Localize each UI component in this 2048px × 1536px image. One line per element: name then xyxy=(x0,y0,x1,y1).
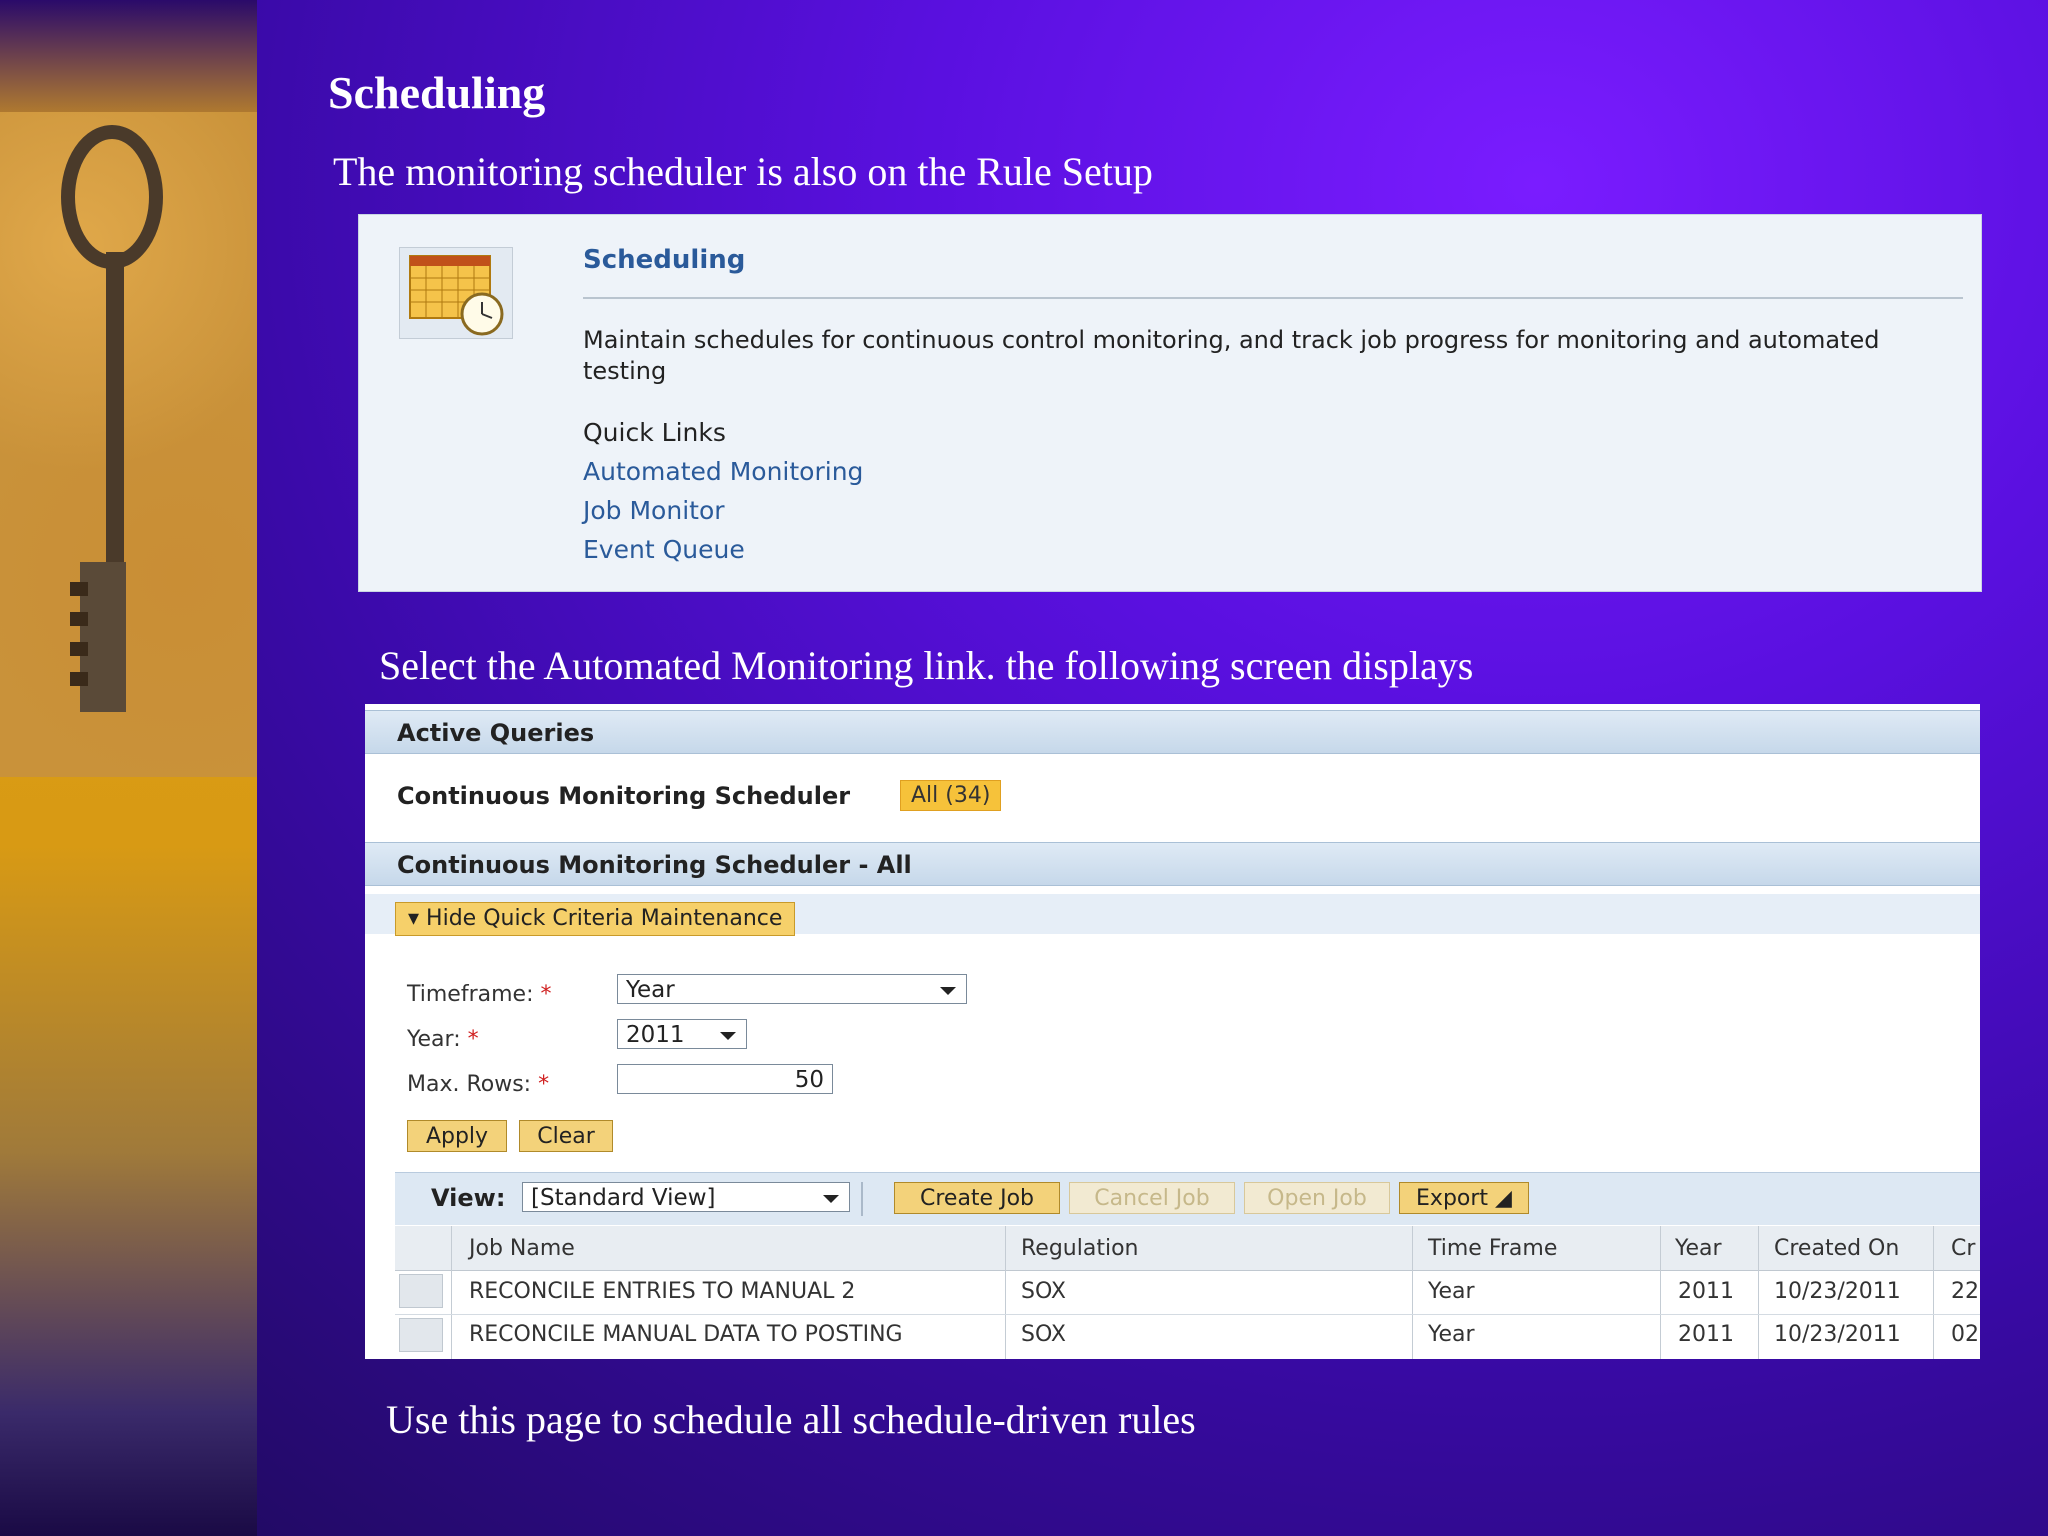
create-job-button[interactable]: Create Job xyxy=(894,1182,1060,1214)
export-button[interactable]: Export ◢ xyxy=(1399,1182,1529,1214)
apply-button[interactable]: Apply xyxy=(407,1120,507,1152)
chevron-down-icon xyxy=(823,1195,839,1203)
view-select[interactable]: [Standard View] xyxy=(522,1182,850,1212)
table-cell: 22 xyxy=(1951,1279,1979,1304)
table-cell: 10/23/2011 xyxy=(1774,1322,1901,1347)
table-cell: RECONCILE ENTRIES TO MANUAL 2 xyxy=(469,1279,856,1304)
slide-intro-text: The monitoring scheduler is also on the … xyxy=(333,149,1153,194)
table-cell: 02 xyxy=(1951,1322,1979,1347)
monitoring-screen: Active Queries Continuous Monitoring Sch… xyxy=(365,704,1980,1359)
scheduling-panel: Scheduling Maintain schedules for contin… xyxy=(358,214,1982,592)
chevron-down-icon xyxy=(940,987,956,995)
title-divider xyxy=(583,297,1963,299)
open-job-button[interactable]: Open Job xyxy=(1244,1182,1390,1214)
max-rows-input[interactable]: 50 xyxy=(617,1064,833,1094)
scheduler-section-bar: Continuous Monitoring Scheduler - All xyxy=(365,842,1980,886)
key-photo xyxy=(0,112,257,777)
column-cr[interactable]: Cr xyxy=(1951,1236,1975,1261)
row-selector[interactable] xyxy=(399,1274,443,1308)
slide-title: Scheduling xyxy=(328,67,546,118)
automated-monitoring-link[interactable]: Automated Monitoring xyxy=(583,457,863,486)
column-regulation[interactable]: Regulation xyxy=(1021,1236,1138,1261)
timeframe-select[interactable]: Year xyxy=(617,974,967,1004)
column-created-on[interactable]: Created On xyxy=(1774,1236,1899,1261)
table-cell: 10/23/2011 xyxy=(1774,1279,1901,1304)
quick-links-heading: Quick Links xyxy=(583,418,726,447)
table-cell: SOX xyxy=(1021,1279,1066,1304)
view-label: View: xyxy=(431,1184,506,1212)
hide-criteria-button[interactable]: ▾ Hide Quick Criteria Maintenance xyxy=(395,902,796,936)
slide-instruction-text: Select the Automated Monitoring link. th… xyxy=(379,643,1474,688)
table-cell: SOX xyxy=(1021,1322,1066,1347)
slide-footer-text: Use this page to schedule all schedule-d… xyxy=(386,1397,1196,1442)
column-time-frame[interactable]: Time Frame xyxy=(1428,1236,1557,1261)
column-year[interactable]: Year xyxy=(1675,1236,1722,1261)
active-queries-bar: Active Queries xyxy=(365,710,1980,754)
triangle-down-icon: ▾ xyxy=(408,906,427,931)
calendar-clock-icon xyxy=(399,247,513,339)
table-cell: 2011 xyxy=(1678,1279,1734,1304)
hide-criteria-label: Hide Quick Criteria Maintenance xyxy=(426,906,783,931)
export-arrow-icon: ◢ xyxy=(1495,1186,1512,1211)
scheduling-description: Maintain schedules for continuous contro… xyxy=(583,326,1880,385)
cancel-job-button[interactable]: Cancel Job xyxy=(1069,1182,1235,1214)
column-job-name[interactable]: Job Name xyxy=(469,1236,575,1261)
timeframe-label: Timeframe: * xyxy=(407,982,552,1007)
year-select[interactable]: 2011 xyxy=(617,1019,747,1049)
year-label: Year: * xyxy=(407,1027,479,1052)
table-cell: Year xyxy=(1428,1279,1475,1304)
job-monitor-link[interactable]: Job Monitor xyxy=(583,496,725,525)
query-name: Continuous Monitoring Scheduler xyxy=(397,782,851,810)
query-all-badge[interactable]: All (34) xyxy=(900,780,1002,811)
toolbar-divider xyxy=(861,1182,863,1216)
event-queue-link[interactable]: Event Queue xyxy=(583,535,745,564)
clear-button[interactable]: Clear xyxy=(519,1120,613,1152)
table-cell: Year xyxy=(1428,1322,1475,1347)
table-cell: RECONCILE MANUAL DATA TO POSTING xyxy=(469,1322,903,1347)
table-header xyxy=(395,1226,1980,1271)
max-rows-label: Max. Rows: * xyxy=(407,1072,550,1097)
row-selector[interactable] xyxy=(399,1318,443,1352)
scheduling-panel-title: Scheduling xyxy=(583,245,746,275)
chevron-down-icon xyxy=(720,1032,736,1040)
table-cell: 2011 xyxy=(1678,1322,1734,1347)
